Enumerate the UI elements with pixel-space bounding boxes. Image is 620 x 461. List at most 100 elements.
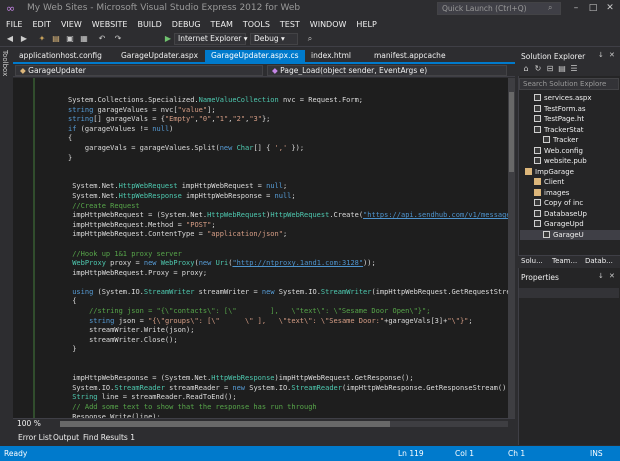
code-line: System.IO.StreamReader streamReader = ne…	[68, 384, 508, 394]
file-icon	[534, 125, 541, 133]
document-tabs: applicationhost.config GarageUpdater.aspx…	[13, 50, 515, 62]
menu-view[interactable]: VIEW	[61, 18, 82, 31]
tree-item[interactable]: Copy of inc	[520, 198, 620, 209]
tree-item[interactable]: website.pub	[520, 156, 620, 167]
doc-tab[interactable]: applicationhost.config	[13, 50, 108, 62]
status-line: Ln 119	[398, 449, 424, 458]
menu-build[interactable]: BUILD	[137, 18, 161, 31]
menu-debug[interactable]: DEBUG	[172, 18, 201, 31]
bottom-tab[interactable]: Output	[53, 433, 79, 442]
file-icon	[534, 94, 541, 101]
solution-panel-tab[interactable]: Team...	[552, 257, 577, 265]
code-token: //Hook up 1&1 proxy server	[68, 249, 182, 258]
code-token: System.Collections.Specialized.	[68, 96, 199, 104]
menu-test[interactable]: TEST	[280, 18, 300, 31]
pin-icon[interactable]: ↓	[598, 51, 604, 59]
props-close-icon[interactable]: ✕	[609, 272, 615, 280]
class-combo[interactable]: ◆ GarageUpdater	[15, 65, 263, 76]
menu-team[interactable]: TEAM	[211, 18, 233, 31]
code-token: impHttpWebRequest.ContentType =	[68, 230, 208, 239]
back-icon[interactable]: ◀	[4, 33, 16, 45]
minimize-button[interactable]: –	[567, 0, 585, 17]
find-icon[interactable]: ⌕	[304, 33, 316, 45]
member-combo[interactable]: ◆ Page_Load(object sender, EventArgs e)	[267, 65, 507, 76]
tree-item[interactable]: Tracker	[520, 135, 620, 146]
code-token: string	[68, 105, 94, 114]
code-token: "2"	[232, 115, 246, 124]
code-token: "http://ntproxy.1and1.com:3128"	[232, 259, 364, 268]
code-token: )	[169, 124, 174, 133]
props-pin-icon[interactable]: ↓	[598, 272, 604, 280]
tree-item[interactable]: ImpGarage	[520, 167, 620, 178]
code-token: "0"	[198, 115, 212, 124]
horizontal-scrollbar-thumb[interactable]	[60, 421, 390, 427]
code-token: impHttpWebRequest.Method =	[68, 220, 187, 229]
menu-window[interactable]: WINDOW	[310, 18, 347, 31]
bottom-tab[interactable]: Error List	[18, 433, 52, 442]
tree-item[interactable]: services.aspx	[520, 93, 620, 104]
zoom-level[interactable]: 100 %	[17, 419, 41, 428]
config-select[interactable]: Debug ▾	[250, 33, 298, 45]
browser-select[interactable]: Internet Explorer ▾	[174, 33, 248, 45]
menu-file[interactable]: FILE	[6, 18, 22, 31]
solution-search-input[interactable]: Search Solution Explore	[519, 78, 619, 90]
close-panel-icon[interactable]: ✕	[609, 51, 615, 59]
tree-item[interactable]: TrackerStat	[520, 125, 620, 136]
doc-tab[interactable]: GarageUpdater.aspx	[115, 50, 204, 62]
status-ch: Ch 1	[508, 449, 526, 458]
tree-item[interactable]: GarageUpd	[520, 219, 620, 230]
code-token: new	[261, 287, 275, 296]
home-icon[interactable]: ⌂	[520, 63, 532, 75]
menu-help[interactable]: HELP	[356, 18, 376, 31]
collapse-all-icon[interactable]: ⊟	[544, 63, 556, 75]
doc-tab[interactable]: manifest.appcache	[368, 50, 452, 62]
menu-tools[interactable]: TOOLS	[243, 18, 270, 31]
tree-item[interactable]: TestPage.ht	[520, 114, 620, 125]
save-icon[interactable]: ▣	[64, 33, 76, 45]
undo-icon[interactable]: ↶	[96, 33, 108, 45]
tree-item[interactable]: DatabaseUp	[520, 209, 620, 220]
code-line: if (garageValues != null)	[68, 125, 508, 135]
show-all-files-icon[interactable]: ▤	[556, 63, 568, 75]
file-icon	[534, 115, 541, 122]
code-line: impHttpWebResponse = (System.Net.HttpWeb…	[68, 374, 508, 384]
browser-select-value: Internet Explorer	[178, 34, 242, 43]
tree-item[interactable]: images	[520, 188, 620, 199]
quick-launch-input[interactable]: Quick Launch (Ctrl+Q)	[437, 2, 561, 15]
run-icon[interactable]: ▶	[162, 33, 174, 45]
bottom-tab[interactable]: Find Results 1	[83, 433, 135, 442]
method-icon: ◆	[272, 66, 278, 75]
menu-website[interactable]: WEBSITE	[92, 18, 128, 31]
code-token: null	[266, 182, 283, 191]
tree-item[interactable]: GarageU	[520, 229, 620, 240]
toolbox-tab[interactable]: Toolbox	[1, 50, 9, 76]
code-line: string[] garageVals = {"Empty","0","1","…	[68, 115, 508, 125]
code-token: StreamReader	[291, 383, 342, 392]
forward-icon[interactable]: ▶	[18, 33, 30, 45]
tree-item[interactable]: Client	[520, 177, 620, 188]
close-button[interactable]: ✕	[601, 0, 619, 17]
maximize-button[interactable]: □	[584, 0, 602, 17]
new-project-icon[interactable]: ✦	[36, 33, 48, 45]
open-folder-icon[interactable]: ▤	[50, 33, 62, 45]
redo-icon[interactable]: ↷	[112, 33, 124, 45]
solution-panel-tab[interactable]: Datab...	[585, 257, 613, 265]
solution-panel-tab[interactable]: Solu...	[521, 257, 543, 265]
menu-edit[interactable]: EDIT	[32, 18, 50, 31]
tree-item-label: GarageU	[553, 230, 584, 239]
doc-tab[interactable]: GarageUpdater.aspx.cs	[205, 50, 305, 62]
save-all-icon[interactable]: ▦	[78, 33, 90, 45]
refresh-icon[interactable]: ↻	[532, 63, 544, 75]
tree-item-label: website.pub	[544, 157, 587, 165]
code-text[interactable]: System.Collections.Specialized.NameValue…	[68, 96, 508, 418]
vertical-scrollbar-thumb[interactable]	[509, 92, 514, 172]
doc-tab[interactable]: index.html	[305, 50, 357, 62]
tree-item[interactable]: TestForm.as	[520, 104, 620, 115]
properties-icon[interactable]: ☰	[568, 63, 580, 75]
code-token: ;	[291, 191, 296, 200]
code-line: garageVals = garageValues.Split(new Char…	[68, 144, 508, 154]
tree-item[interactable]: Web.config	[520, 146, 620, 157]
code-token: null	[152, 124, 170, 133]
code-line: impHttpWebRequest.Method = "POST";	[68, 221, 508, 231]
code-editor[interactable]: System.Collections.Specialized.NameValue…	[13, 78, 508, 418]
